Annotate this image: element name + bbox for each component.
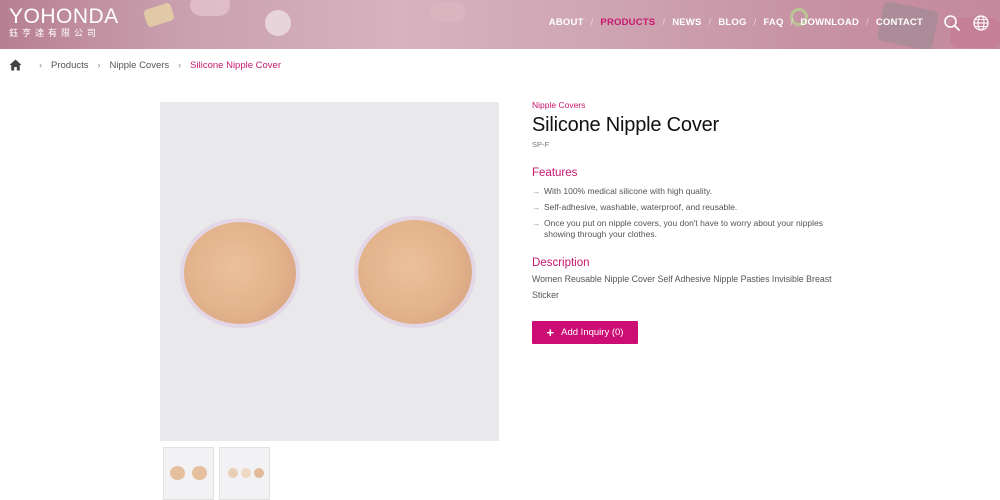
arrow-right-icon: → [532,186,541,196]
breadcrumb-current: Silicone Nipple Cover [190,59,281,71]
nipple-cover-right [358,220,472,324]
search-icon[interactable] [943,14,961,32]
nav-download[interactable]: DOWNLOAD [800,17,859,28]
features-heading: Features [532,167,578,179]
chevron-right-icon: › [39,60,42,70]
product-main-image[interactable] [160,102,499,441]
description-text: Women Reusable Nipple Cover Self Adhesiv… [532,274,832,300]
arrow-right-icon: → [532,202,541,212]
add-inquiry-label: Add Inquiry (0) [561,327,624,338]
header-decoration [142,2,176,28]
feature-text: With 100% medical silicone with high qua… [544,186,713,196]
nav-faq[interactable]: FAQ [763,17,783,28]
home-icon[interactable] [9,59,22,71]
nav-products[interactable]: PRODUCTS [600,17,655,28]
nav-separator: / [662,17,666,28]
breadcrumb: › Products › Nipple Covers › Silicone Ni… [9,59,281,71]
chevron-right-icon: › [178,60,182,70]
main-nav: ABOUT / PRODUCTS / NEWS / BLOG / FAQ / D… [549,17,923,28]
product-thumbnail[interactable] [219,447,270,500]
logo-text: YOHONDA [9,5,119,28]
globe-icon[interactable] [972,14,990,32]
thumbnail-pad [192,466,207,480]
feature-item: → With 100% medical silicone with high q… [532,186,852,197]
product-category[interactable]: Nipple Covers [532,100,852,110]
breadcrumb-products[interactable]: Products [51,60,89,71]
feature-text: Self-adhesive, washable, waterproof, and… [544,202,738,212]
nav-separator: / [708,17,712,28]
product-thumbnail[interactable] [163,447,214,500]
chevron-right-icon: › [97,60,101,70]
nav-separator: / [866,17,869,28]
breadcrumb-nipple-covers[interactable]: Nipple Covers [110,60,170,71]
header-decoration [430,2,466,22]
site-header: YOHONDA 鈺亨達有限公司 ABOUT / PRODUCTS / NEWS … [0,0,1000,49]
features-list: → With 100% medical silicone with high q… [532,186,852,240]
feature-text: Once you put on nipple covers, you don't… [544,218,823,239]
site-logo[interactable]: YOHONDA 鈺亨達有限公司 [9,6,119,40]
add-inquiry-button[interactable]: + Add Inquiry (0) [532,321,638,344]
description-heading: Description [532,257,590,269]
product-sku: SP-F [532,140,550,149]
nav-separator: / [590,17,594,28]
header-decoration [190,0,230,16]
header-decoration [265,10,291,36]
nav-separator: / [753,17,757,28]
logo-subtext: 鈺亨達有限公司 [9,29,101,39]
nav-separator: / [790,17,794,28]
arrow-right-icon: → [532,218,541,228]
thumbnail-pad [228,468,238,478]
plus-icon: + [546,325,555,340]
nav-news[interactable]: NEWS [672,17,701,28]
feature-item: → Self-adhesive, washable, waterproof, a… [532,202,852,213]
thumbnail-pad [254,468,264,478]
nav-about[interactable]: ABOUT [549,17,584,28]
feature-item: → Once you put on nipple covers, you don… [532,218,852,240]
nav-blog[interactable]: BLOG [718,17,746,28]
nav-contact[interactable]: CONTACT [876,17,923,28]
thumbnail-pad [241,468,251,478]
nipple-cover-left [184,222,296,324]
product-title: Silicone Nipple Cover [532,114,720,136]
thumbnail-pad [170,466,185,480]
product-info: Nipple Covers Silicone Nipple Cover SP-F… [532,100,852,344]
